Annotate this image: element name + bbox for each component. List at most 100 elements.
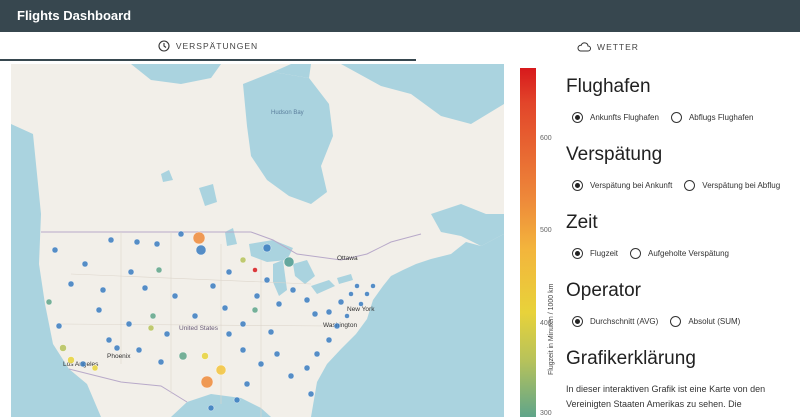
airport-marker[interactable] <box>79 360 87 368</box>
airport-marker[interactable] <box>243 380 251 388</box>
airport-marker[interactable] <box>348 291 354 297</box>
radio-label[interactable]: Durchschnitt (AVG) <box>590 317 658 326</box>
radio-label[interactable]: Verspätung bei Ankunft <box>590 181 672 190</box>
radio-label[interactable]: Ankunfts Flughafen <box>590 113 659 122</box>
radio-label[interactable]: Absolut (SUM) <box>688 317 740 326</box>
tab-weather[interactable]: WETTER <box>416 32 800 61</box>
airport-marker[interactable] <box>141 284 149 292</box>
radio-label[interactable]: Flugzeit <box>590 249 618 258</box>
airport-marker[interactable] <box>257 360 265 368</box>
airport-marker[interactable] <box>289 286 297 294</box>
airport-marker[interactable] <box>209 282 217 290</box>
airport-marker[interactable] <box>195 244 207 256</box>
airport-marker[interactable] <box>337 298 345 306</box>
airport-marker[interactable] <box>325 336 333 344</box>
airport-marker[interactable] <box>59 344 67 352</box>
airport-marker[interactable] <box>313 350 321 358</box>
airport-marker[interactable] <box>157 358 165 366</box>
airport-marker[interactable] <box>201 352 209 360</box>
radio-group-airport: Ankunfts Flughafen Abflugs Flughafen <box>566 112 800 123</box>
airport-marker[interactable] <box>133 238 141 246</box>
airport-marker[interactable] <box>99 286 107 294</box>
airport-marker[interactable] <box>287 372 295 380</box>
airport-marker[interactable] <box>200 375 214 389</box>
airport-marker[interactable] <box>225 330 233 338</box>
airport-marker[interactable] <box>262 243 272 253</box>
airport-marker[interactable] <box>354 283 360 289</box>
airport-marker[interactable] <box>163 330 171 338</box>
radio-label[interactable]: Aufgeholte Verspätung <box>648 249 729 258</box>
radio-arrival-airport[interactable] <box>572 112 583 123</box>
airport-marker[interactable] <box>239 320 247 328</box>
airport-marker[interactable] <box>267 328 275 336</box>
airport-marker[interactable] <box>155 266 163 274</box>
airport-marker[interactable] <box>149 312 157 320</box>
airport-marker[interactable] <box>51 246 59 254</box>
radio-label[interactable]: Verspätung bei Abflug <box>702 181 780 190</box>
cloud-icon <box>577 41 592 52</box>
radio-label[interactable]: Abflugs Flughafen <box>689 113 754 122</box>
airport-marker[interactable] <box>283 256 295 268</box>
airport-marker[interactable] <box>303 296 311 304</box>
airport-marker[interactable] <box>344 313 350 319</box>
airport-marker[interactable] <box>192 231 206 245</box>
airport-marker[interactable] <box>252 267 258 273</box>
airport-marker[interactable] <box>370 283 376 289</box>
section-title-legend: Grafikerklärung <box>566 348 696 369</box>
airport-marker[interactable] <box>251 306 259 314</box>
airport-marker[interactable] <box>239 346 247 354</box>
airport-marker[interactable] <box>325 308 333 316</box>
airport-marker[interactable] <box>178 351 188 361</box>
airport-marker[interactable] <box>105 336 113 344</box>
radio-average[interactable] <box>572 316 583 327</box>
airport-marker[interactable] <box>207 404 215 412</box>
section-title-delay: Verspätung <box>566 144 663 165</box>
radio-group-delay: Verspätung bei Ankunft Verspätung bei Ab… <box>566 180 800 191</box>
airport-marker[interactable] <box>221 304 229 312</box>
airport-marker[interactable] <box>191 312 199 320</box>
airport-marker[interactable] <box>67 356 75 364</box>
airport-marker[interactable] <box>153 240 161 248</box>
airport-marker[interactable] <box>215 364 227 376</box>
airport-marker[interactable] <box>253 292 261 300</box>
airport-marker[interactable] <box>311 310 319 318</box>
airport-marker[interactable] <box>55 322 63 330</box>
flight-map[interactable]: Hudson Bay Ottawa New York Washington Un… <box>11 64 504 417</box>
tab-delays[interactable]: VERSPÄTUNGEN <box>0 32 416 61</box>
airport-marker[interactable] <box>239 256 247 264</box>
airport-marker[interactable] <box>275 300 283 308</box>
airport-marker[interactable] <box>67 280 75 288</box>
radio-departure-airport[interactable] <box>670 112 682 123</box>
airport-marker[interactable] <box>171 292 179 300</box>
color-scale-tick: 600 <box>540 135 552 142</box>
airport-marker[interactable] <box>95 306 103 314</box>
radio-arrival-delay[interactable] <box>572 180 583 191</box>
color-scale-tick: 500 <box>540 227 552 234</box>
radio-departure-delay[interactable] <box>684 180 696 191</box>
airport-marker[interactable] <box>358 301 364 307</box>
map-label-washington: Washington <box>323 322 357 329</box>
airport-marker[interactable] <box>107 236 115 244</box>
map-label-hudson-bay: Hudson Bay <box>271 110 304 116</box>
airport-marker[interactable] <box>307 390 315 398</box>
airport-marker[interactable] <box>113 344 121 352</box>
tab-bar: VERSPÄTUNGEN WETTER <box>0 32 800 61</box>
airport-marker[interactable] <box>233 396 241 404</box>
airport-marker[interactable] <box>303 364 311 372</box>
airport-marker[interactable] <box>127 268 135 276</box>
airport-marker[interactable] <box>147 324 155 332</box>
airport-marker[interactable] <box>225 268 233 276</box>
airport-marker[interactable] <box>125 320 133 328</box>
radio-sum[interactable] <box>670 316 682 327</box>
radio-flight-time[interactable] <box>572 248 583 259</box>
airport-marker[interactable] <box>364 291 370 297</box>
airport-marker[interactable] <box>333 322 341 330</box>
airport-marker[interactable] <box>45 298 53 306</box>
airport-marker[interactable] <box>177 230 185 238</box>
airport-marker[interactable] <box>273 350 281 358</box>
airport-marker[interactable] <box>135 346 143 354</box>
airport-marker[interactable] <box>81 260 89 268</box>
radio-recovered-delay[interactable] <box>630 248 642 259</box>
airport-marker[interactable] <box>263 276 271 284</box>
airport-marker[interactable] <box>91 364 99 372</box>
